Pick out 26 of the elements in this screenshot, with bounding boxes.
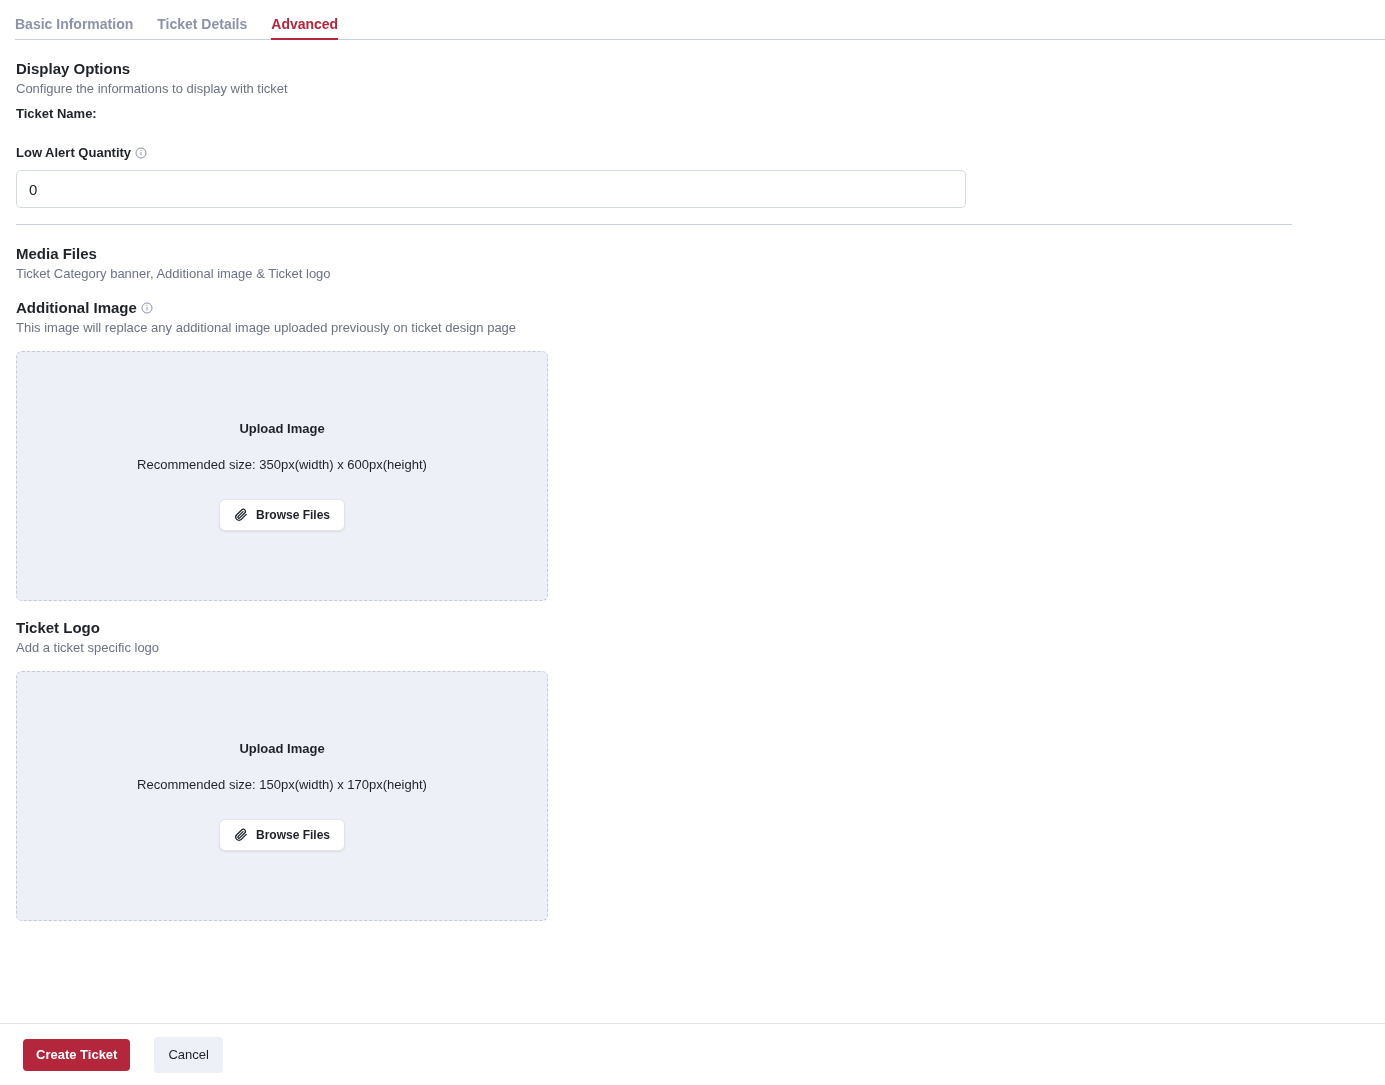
create-ticket-button[interactable]: Create Ticket	[23, 1038, 131, 1071]
section-title: Display Options	[16, 60, 132, 77]
browse-files-button[interactable]: Browse Files	[219, 819, 345, 851]
cancel-button[interactable]: Cancel	[154, 1036, 223, 1073]
field-label: Ticket Name:	[16, 106, 98, 121]
browse-files-button[interactable]: Browse Files	[219, 499, 345, 531]
upload-heading: Upload Image	[239, 741, 325, 756]
upload-heading: Upload Image	[239, 421, 325, 436]
upload-title: Ticket Logo	[16, 619, 100, 636]
section-title: Media Files	[16, 245, 98, 262]
upload-dropzone[interactable]: Upload Image Recommended size: 150px(width) x 170px(height) Browse Files	[16, 671, 548, 921]
section-description: Ticket Category banner, Additional image & Ticket logo	[16, 266, 332, 281]
section-description: Configure the informations to display with ticket	[16, 81, 289, 96]
info-icon	[135, 146, 148, 159]
upload-dropzone[interactable]: Upload Image Recommended size: 350px(width) x 600px(height) Browse Files	[16, 351, 548, 601]
paperclip-icon	[234, 828, 248, 842]
upload-hint: Recommended size: 350px(width) x 600px(height)	[137, 457, 427, 472]
paperclip-icon	[234, 508, 248, 522]
upload-description: Add a ticket specific logo	[16, 640, 160, 655]
upload-title: Additional Image	[16, 299, 137, 316]
upload-hint: Recommended size: 150px(width) x 170px(height)	[137, 777, 427, 792]
tab[interactable]: Advanced	[271, 0, 339, 40]
quantity-input-field[interactable]: 0	[16, 170, 966, 208]
info-icon	[140, 301, 153, 314]
upload-description: This image will replace any additional image uploaded previously on ticket design page	[16, 320, 517, 335]
field-label: Low Alert Quantity	[16, 145, 132, 160]
